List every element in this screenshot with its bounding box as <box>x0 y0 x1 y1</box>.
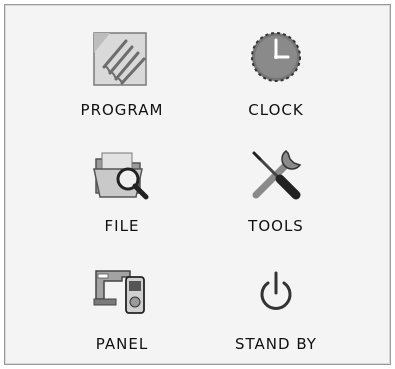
standby-button[interactable]: STAND BY <box>201 255 351 363</box>
tools-label: TOOLS <box>248 217 304 235</box>
tools-icon <box>240 139 312 211</box>
program-button[interactable]: PROGRAM <box>47 23 197 131</box>
program-label: PROGRAM <box>80 101 164 119</box>
panel-icon <box>86 255 158 327</box>
file-button[interactable]: FILE <box>47 139 197 247</box>
tools-button[interactable]: TOOLS <box>201 139 351 247</box>
file-folder-icon <box>86 139 158 211</box>
panel-button[interactable]: PANEL <box>47 255 197 363</box>
file-label: FILE <box>104 217 140 235</box>
power-icon <box>240 255 312 327</box>
clock-button[interactable]: CLOCK <box>201 23 351 131</box>
program-icon <box>86 23 158 95</box>
standby-label: STAND BY <box>235 335 317 353</box>
menu-panel: PROGRAM CLOCK FILE TOOLS PANEL STAND BY <box>4 4 391 365</box>
clock-label: CLOCK <box>248 101 304 119</box>
clock-icon <box>240 23 312 95</box>
panel-label: PANEL <box>95 335 149 353</box>
